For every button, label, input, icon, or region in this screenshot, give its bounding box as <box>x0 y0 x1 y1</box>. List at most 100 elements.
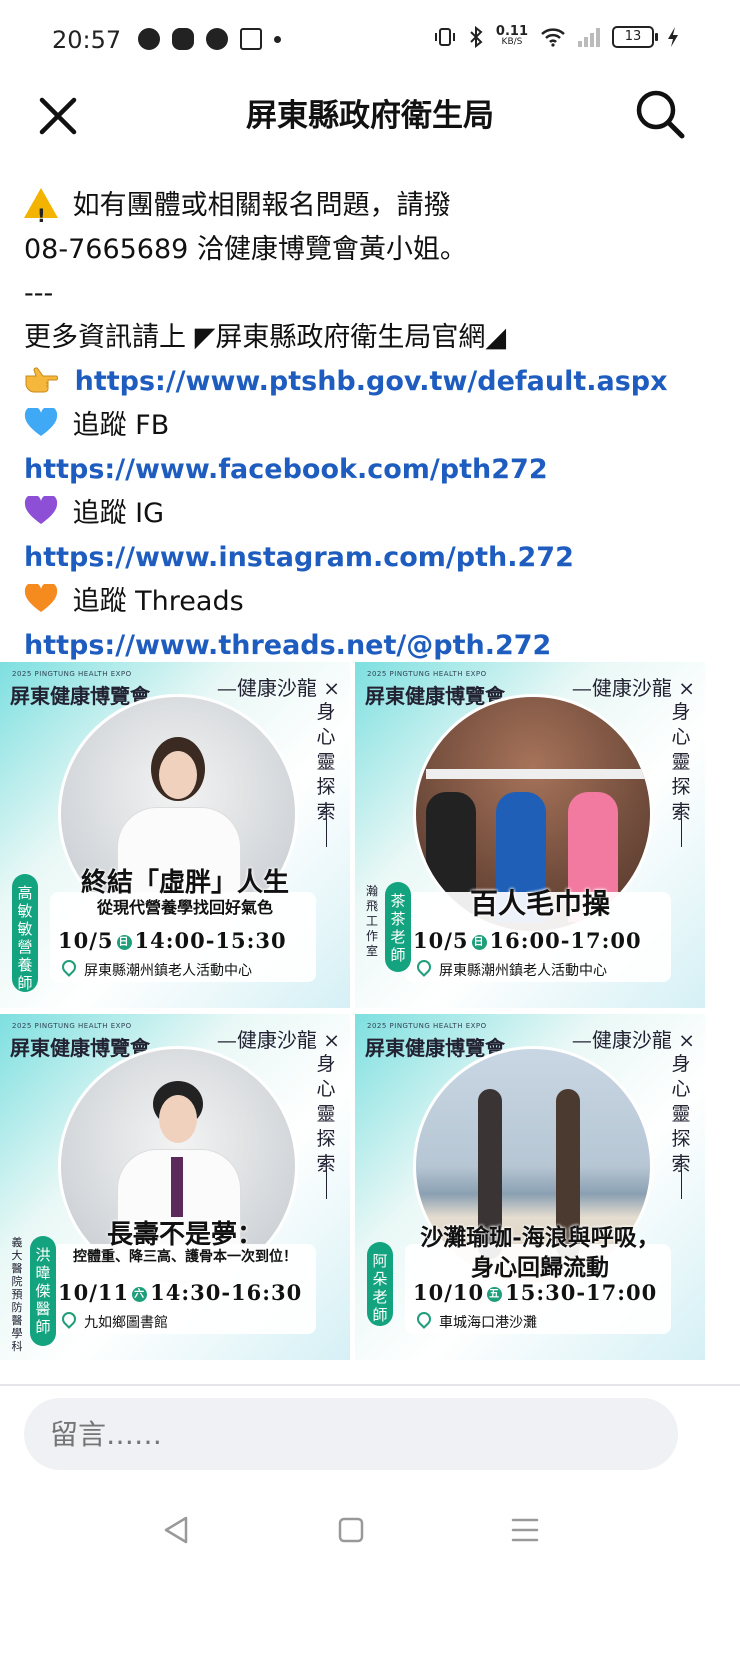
event-time: 14:30-16:30 <box>150 1280 303 1305</box>
event-time: 16:00-17:00 <box>489 928 642 953</box>
event-place-text: 屏東縣潮州鎮老人活動中心 <box>439 963 607 979</box>
location-pin-icon <box>59 957 79 977</box>
contact-text: 如有團體或相關報名問題，請撥 <box>72 190 451 221</box>
event-place: 屏東縣潮州鎮老人活動中心 <box>414 957 607 980</box>
warning-icon <box>24 188 58 238</box>
speaker-name: 阿朵老師 <box>367 1242 393 1326</box>
card-brand-en: 2025 PINGTUNG HEALTH EXPO <box>367 1022 487 1030</box>
post-line-contact: 如有團體或相關報名問題，請撥 <box>24 184 724 238</box>
card-salon: —健康沙龍 × <box>571 676 695 700</box>
weekday-badge: 六 <box>132 1287 148 1302</box>
event-datetime: 10/5 日 16:00-17:00 <box>413 928 642 953</box>
speaker-name: 高敏敏營養師 <box>12 874 38 992</box>
card-salon: —健康沙龍 × <box>216 676 340 700</box>
speaker-org: 義大醫院 預防醫學科 <box>11 1236 23 1353</box>
event-subtitle: 身心回歸流動 <box>471 1254 609 1281</box>
event-place: 九如鄉圖書館 <box>59 1309 168 1332</box>
signal-icon <box>578 27 600 47</box>
card-brand-en: 2025 PINGTUNG HEALTH EXPO <box>12 670 132 678</box>
card-brand-en: 2025 PINGTUNG HEALTH EXPO <box>367 670 487 678</box>
weekday-badge: 日 <box>116 935 132 950</box>
post-line-threads: 追蹤 Threads <box>24 580 724 624</box>
home-icon[interactable] <box>326 1508 376 1552</box>
ig-link[interactable]: https://www.instagram.com/pth.272 <box>24 542 574 573</box>
search-icon[interactable] <box>632 86 688 142</box>
pointing-hand-icon <box>25 367 58 393</box>
post-line-fb-link: https://www.facebook.com/pth272 <box>24 448 724 492</box>
card-salon: —健康沙龍 × <box>216 1028 340 1052</box>
status-time: 20:57 <box>52 26 122 54</box>
speaker-name: 洪暐傑醫師 <box>30 1236 56 1346</box>
charging-icon <box>668 27 678 47</box>
system-nav-bar <box>0 1490 740 1570</box>
post-image-grid: 2025 PINGTUNG HEALTH EXPO 屏東健康博覽會 —健康沙龍 … <box>0 662 706 1372</box>
orange-heart-icon <box>24 584 58 612</box>
event-date: 10/5 <box>58 928 114 953</box>
event-subtitle: 從現代營養學找回好氣色 <box>96 898 273 917</box>
event-datetime: 10/10 五 15:30-17:00 <box>413 1280 657 1305</box>
weekday-badge: 日 <box>471 935 487 950</box>
dot-icon <box>274 35 281 43</box>
event-place-text: 屏東縣潮州鎮老人活動中心 <box>84 963 252 979</box>
status-bar: 20:57 0.11 KB/S 13 <box>0 0 740 86</box>
comment-input[interactable] <box>24 1398 678 1470</box>
fb-label: 追蹤 FB <box>72 410 170 441</box>
fb-link[interactable]: https://www.facebook.com/pth272 <box>24 454 548 485</box>
speaker-name: 茶茶老師 <box>385 882 411 972</box>
divider <box>681 1159 682 1199</box>
event-place: 車城海口港沙灘 <box>414 1309 537 1332</box>
event-datetime: 10/11 六 14:30-16:30 <box>58 1280 302 1305</box>
comment-divider <box>0 1384 740 1386</box>
back-icon[interactable] <box>152 1508 202 1552</box>
event-time: 15:30-17:00 <box>505 1280 658 1305</box>
location-pin-icon <box>414 1309 434 1329</box>
event-card-towel-exercise[interactable]: 2025 PINGTUNG HEALTH EXPO 屏東健康博覽會 —健康沙龍 … <box>355 662 705 1008</box>
event-subtitle: 控體重、降三高、護骨本一次到位！ <box>73 1249 297 1265</box>
blue-heart-icon <box>24 408 58 436</box>
threads-link[interactable]: https://www.threads.net/@pth.272 <box>24 630 551 661</box>
more-info-text: 更多資訊請上 ◤屏東縣政府衛生局官網◢ <box>24 322 507 353</box>
system-icons: 0.11 KB/S 13 <box>434 25 680 48</box>
location-pin-icon <box>59 1309 79 1329</box>
notion-icon <box>240 28 262 50</box>
post-line-ig: 追蹤 IG <box>24 492 724 536</box>
discord-icon <box>172 28 194 50</box>
event-time: 14:00-15:30 <box>134 928 287 953</box>
event-date: 10/5 <box>413 928 469 953</box>
event-date: 10/10 <box>413 1280 485 1305</box>
event-card-beach-yoga[interactable]: 2025 PINGTUNG HEALTH EXPO 屏東健康博覽會 —健康沙龍 … <box>355 1014 705 1360</box>
threads-label: 追蹤 Threads <box>72 586 244 617</box>
event-title: 沙灘瑜珈-海浪與呼吸， <box>420 1224 660 1251</box>
photo-face <box>159 751 197 799</box>
net-speed: 0.11 KB/S <box>496 25 528 48</box>
card-salon: —健康沙龍 × <box>571 1028 695 1052</box>
menu-icon[interactable] <box>500 1508 550 1552</box>
event-card-nutrition[interactable]: 2025 PINGTUNG HEALTH EXPO 屏東健康博覽會 —健康沙龍 … <box>0 662 350 1008</box>
wifi-icon <box>541 28 565 47</box>
event-card-longevity[interactable]: 2025 PINGTUNG HEALTH EXPO 屏東健康博覽會 —健康沙龍 … <box>0 1014 350 1360</box>
location-pin-icon <box>414 957 434 977</box>
battery-icon: 13 <box>612 26 658 48</box>
card-brand-en: 2025 PINGTUNG HEALTH EXPO <box>12 1022 132 1030</box>
site-link[interactable]: https://www.ptshb.gov.tw/default.aspx <box>75 366 668 397</box>
event-title: 百人毛巾操 <box>469 887 610 920</box>
separator-text: --- <box>24 278 54 309</box>
weekday-badge: 五 <box>487 1287 503 1302</box>
ig-label: 追蹤 IG <box>72 498 165 529</box>
towel-bar <box>426 769 646 779</box>
messenger-icon <box>138 28 160 50</box>
notification-icons <box>138 28 281 50</box>
app-header: 屏東縣政府衛生局 <box>0 86 740 166</box>
divider <box>326 1159 327 1199</box>
line-icon <box>206 28 228 50</box>
divider <box>681 807 682 847</box>
event-date: 10/11 <box>58 1280 130 1305</box>
post-body: 如有團體或相關報名問題，請撥 08-7665689 洽健康博覽會黃小姐。 ---… <box>24 184 724 668</box>
post-line-fb: 追蹤 FB <box>24 404 724 448</box>
bluetooth-icon <box>470 26 483 48</box>
purple-heart-icon <box>24 496 58 524</box>
page-title: 屏東縣政府衛生局 <box>246 98 494 134</box>
speaker-org: 瀚飛工作室 <box>365 884 378 958</box>
event-place: 屏東縣潮州鎮老人活動中心 <box>59 957 252 980</box>
post-line-site: https://www.ptshb.gov.tw/default.aspx <box>24 360 724 404</box>
